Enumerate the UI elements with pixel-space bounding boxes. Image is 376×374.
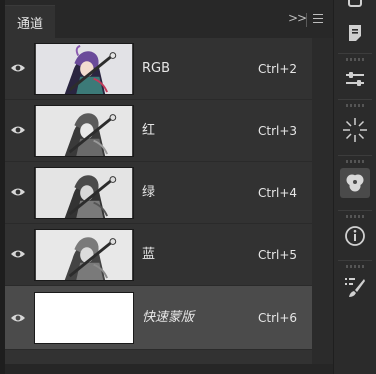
channel-list: RGB Ctrl+2 红 Ctrl+3 绿 Ctrl+4 蓝 Ctrl+5 快速… [5,38,312,364]
eye-icon[interactable] [10,62,26,74]
channel-shortcut: Ctrl+3 [258,124,298,138]
channels-icon[interactable] [340,168,370,198]
toolbar-grip[interactable] [346,265,364,268]
scrollbar[interactable] [312,38,333,364]
channel-shortcut: Ctrl+4 [258,186,298,200]
channel-row-quick-mask[interactable]: 快速蒙版 Ctrl+6 [5,286,312,350]
panel-bottom-bar [5,364,333,374]
channel-row-red[interactable]: 红 Ctrl+3 [5,100,312,162]
channel-shortcut: Ctrl+2 [258,62,298,76]
tab-channels[interactable]: 通道 [5,5,55,39]
toolbar-grip[interactable] [346,104,364,107]
toolbar-separator [338,53,372,54]
toolbar-separator [338,260,372,261]
channel-shortcut: Ctrl+5 [258,248,298,262]
channel-name: 蓝 [142,247,156,262]
brightness-burst-icon[interactable] [340,115,370,145]
tab-channels-label: 通道 [16,17,43,32]
notes-icon[interactable] [340,18,370,48]
eye-icon[interactable] [10,186,26,198]
channel-name: 绿 [142,185,156,200]
tab-divider [306,13,307,27]
channel-thumbnail-rgb [34,43,134,95]
adjustments-icon[interactable] [340,64,370,94]
channel-shortcut: Ctrl+6 [258,311,298,325]
eye-icon[interactable] [10,312,26,324]
channel-name: RGB [142,61,171,76]
channel-thumbnail-quick-mask [34,292,134,344]
channel-thumbnail-blue [34,229,134,281]
cube-icon[interactable] [340,0,370,16]
channel-name: 快速蒙版 [142,310,195,325]
eye-icon[interactable] [10,124,26,136]
channel-thumbnail-red [34,105,134,157]
channel-row-green[interactable]: 绿 Ctrl+4 [5,162,312,224]
toolbar-separator [338,210,372,211]
toolbar-separator [338,155,372,156]
channel-name: 红 [142,123,156,138]
toolbar-grip[interactable] [346,215,364,218]
brush-settings-icon[interactable] [340,272,370,302]
channel-row-blue[interactable]: 蓝 Ctrl+5 [5,224,312,286]
toolbar-separator [338,99,372,100]
info-icon[interactable] [340,221,370,251]
channel-thumbnail-green [34,167,134,219]
collapse-panels-icon[interactable]: >> [288,11,307,25]
toolbar-grip[interactable] [346,160,364,163]
eye-icon[interactable] [10,248,26,260]
toolbar-grip[interactable] [346,58,364,61]
panel-dock-toolbar [333,0,376,374]
channels-panel: 通道 >> RGB Ctrl+2 红 Ctrl+3 绿 Ctrl+4 蓝 Ctr… [5,0,333,374]
channel-row-rgb[interactable]: RGB Ctrl+2 [5,38,312,100]
panel-tab-bar: 通道 >> [5,0,333,39]
panel-menu-icon[interactable] [313,14,323,23]
